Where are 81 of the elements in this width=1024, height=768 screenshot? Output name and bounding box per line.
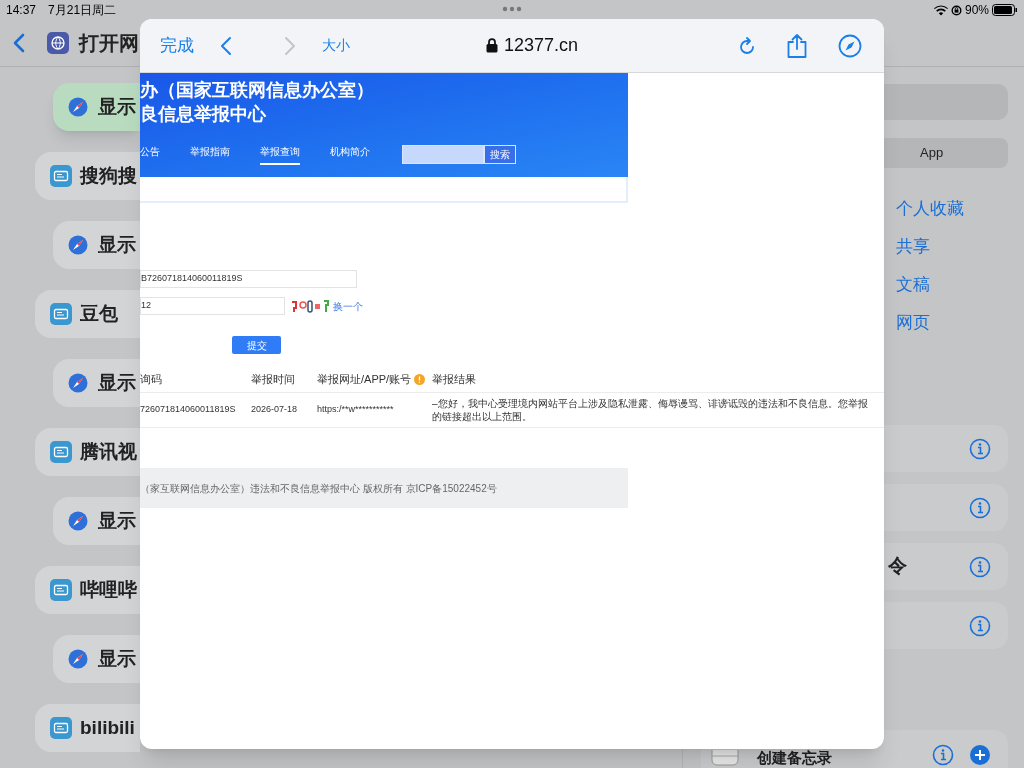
column-header: 举报时间 (251, 373, 295, 386)
compass-icon (68, 511, 88, 531)
action-row[interactable]: 显示 (53, 497, 140, 545)
shortcut-title: 打开网 (79, 31, 139, 56)
nav-link[interactable]: 公告 (140, 144, 160, 165)
action-label: 显示 (98, 232, 136, 257)
status-time: 14:37 (6, 2, 37, 19)
action-label: 创建备忘录 (757, 749, 832, 766)
done-button[interactable]: 完成 (160, 32, 194, 59)
column-header: 举报结果 (432, 373, 476, 386)
captcha-image (290, 299, 330, 313)
info-icon[interactable] (969, 496, 991, 519)
card-app-icon (50, 441, 72, 463)
status-date: 7月21日周二 (48, 2, 117, 19)
action-row[interactable]: 显示 (53, 221, 140, 269)
battery-icon (992, 4, 1018, 16)
nav-link[interactable]: 机构简介 (330, 144, 370, 165)
column-header: 举报网址/APP/账号 (317, 372, 412, 388)
table-cell-text: –您好，我中心受理境内网站平台上涉及隐私泄露、侮辱谩骂、诽谤诋毁的违法和不良信息。您举报的链接超出以上范围。 (432, 397, 869, 423)
card-app-icon (50, 579, 72, 601)
action-row[interactable]: 搜狗搜 (35, 152, 140, 200)
reload-icon[interactable] (738, 35, 756, 56)
back-chevron-icon[interactable] (220, 35, 232, 56)
site-search-field[interactable] (402, 145, 484, 164)
action-label: 显示 (98, 646, 136, 671)
action-label: 显示 (98, 370, 136, 395)
submit-button[interactable]: 提交 (232, 336, 281, 354)
action-label: 显示 (98, 508, 136, 533)
warning-icon (414, 374, 426, 385)
info-icon[interactable] (969, 555, 991, 578)
action-label: 哔哩哔 (80, 577, 137, 602)
forward-chevron-icon[interactable] (284, 35, 296, 56)
info-icon[interactable] (969, 614, 991, 637)
share-icon[interactable] (786, 32, 808, 59)
action-label: 令 (888, 554, 907, 579)
text-size-button[interactable]: 大小 (322, 35, 350, 56)
action-row[interactable]: 腾讯视 (35, 428, 140, 476)
action-label: 搜狗搜 (80, 163, 137, 188)
captcha-field[interactable]: 12 (140, 297, 285, 315)
compass-icon (68, 373, 88, 393)
globe-app-icon (47, 32, 69, 54)
action-row[interactable]: 显示 (53, 83, 140, 131)
captcha-refresh-link[interactable]: 换一个 (333, 298, 363, 314)
banner-title: 良信息举报中心 (140, 103, 267, 126)
column-header: 询码 (140, 373, 162, 386)
info-icon[interactable] (969, 437, 991, 460)
action-row[interactable]: 显示 (53, 635, 140, 683)
action-row[interactable]: 哔哩哔 (35, 566, 140, 614)
card-app-icon (50, 165, 72, 187)
url-text[interactable]: 12377.cn (504, 32, 579, 59)
info-icon[interactable] (932, 744, 954, 766)
action-row[interactable]: 显示 (53, 359, 140, 407)
compass-icon (68, 97, 88, 117)
action-label: 豆包 (80, 301, 118, 326)
table-cell-text: https:/**w*********** (317, 403, 395, 417)
footer-text: （家互联网信息办公室）违法和不良信息举报中心 版权所有 京ICP备15022452号 (140, 481, 497, 496)
lock-icon (486, 38, 498, 53)
nav-link[interactable]: 举报指南 (190, 144, 230, 165)
table-cell-text: 726071814060011819S (140, 403, 237, 417)
add-icon[interactable] (969, 744, 991, 766)
wifi-icon (933, 4, 948, 16)
compass-icon (68, 649, 88, 669)
table-cell-text: 2026-07-18 (251, 403, 299, 417)
rotation-lock-icon (950, 4, 962, 16)
back-chevron-icon[interactable] (13, 33, 25, 53)
action-label: 腾讯视 (80, 439, 137, 464)
more-dots-icon[interactable] (502, 6, 522, 12)
action-label: 显示 (98, 94, 136, 119)
compass-icon (68, 235, 88, 255)
query-code-field[interactable]: B726071814060011819S (140, 270, 357, 288)
note-icon (711, 750, 739, 766)
action-row[interactable]: bilibili (35, 704, 140, 752)
card-app-icon (50, 717, 72, 739)
banner-title: 办（国家互联网信息办公室） (140, 79, 375, 102)
battery-percent: 90% (964, 2, 989, 19)
site-search-button[interactable]: 搜索 (484, 145, 516, 164)
card-app-icon (50, 303, 72, 325)
action-label: bilibili (80, 715, 135, 740)
action-row[interactable]: 豆包 (35, 290, 140, 338)
nav-link[interactable]: 举报查询 (260, 144, 300, 165)
compass-icon[interactable] (838, 33, 862, 58)
